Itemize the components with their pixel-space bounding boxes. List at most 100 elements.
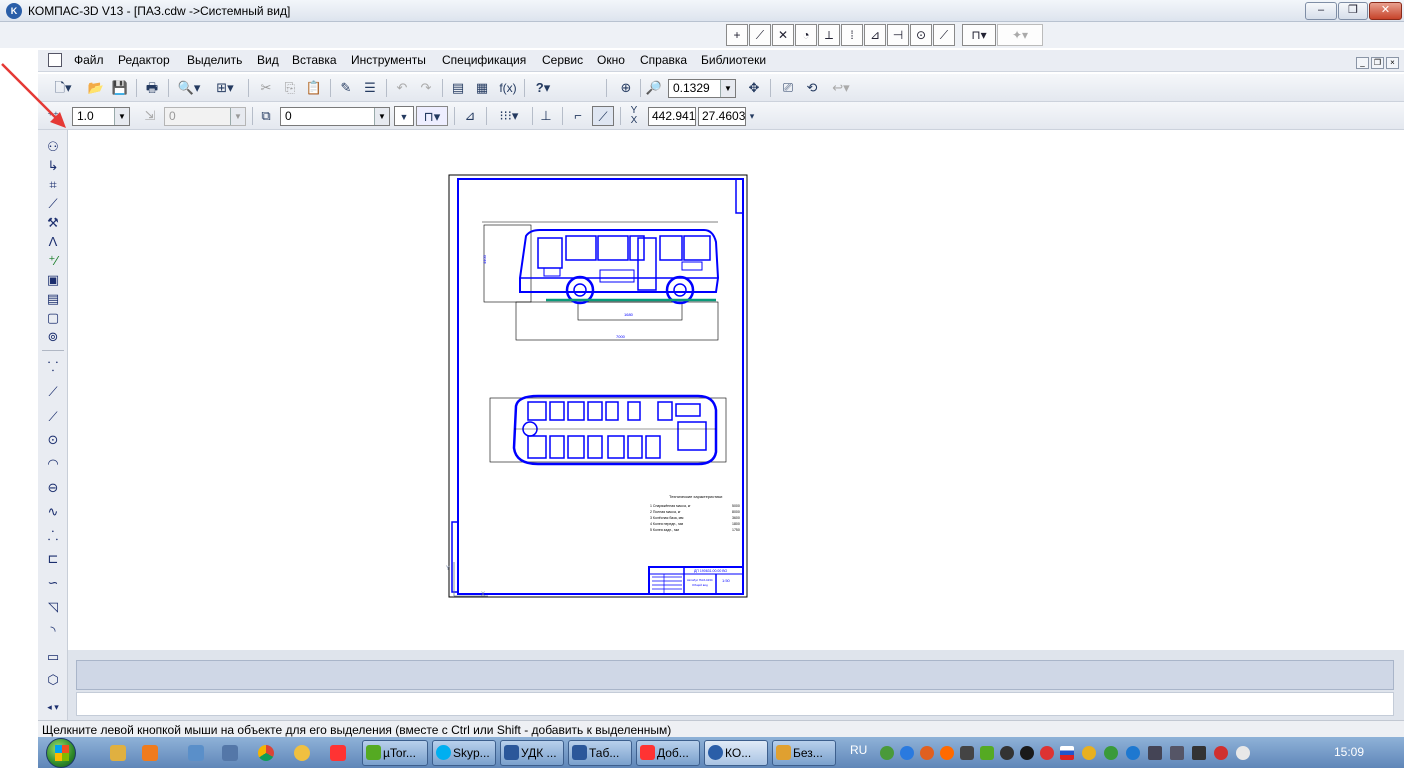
zoom-all-icon[interactable]: ⊕ — [616, 78, 636, 98]
nurbs-icon[interactable]: ⸫ — [43, 527, 63, 545]
tray-printer-icon[interactable] — [1192, 746, 1206, 760]
snap-intersection-icon[interactable]: ✕ — [772, 24, 794, 46]
mail-icon[interactable] — [294, 745, 310, 761]
orthogonal-icon[interactable]: ⊿ — [460, 106, 480, 126]
magnet-snap-icon[interactable]: ⊓▾ — [416, 106, 448, 126]
volume-app-icon[interactable] — [222, 745, 238, 761]
task-utorrent[interactable]: µTor... — [362, 740, 428, 766]
tray-blue-icon[interactable] — [1126, 746, 1140, 760]
menu-libraries[interactable]: Библиотеки — [701, 53, 766, 67]
print-icon[interactable]: 🖶 — [142, 78, 162, 98]
coords-dropdown-icon[interactable]: ▾ — [746, 106, 758, 126]
layer-dropdown-button[interactable]: ▼ — [394, 106, 414, 126]
info-icon[interactable] — [900, 746, 914, 760]
fillet-icon[interactable]: ◝ — [43, 622, 63, 640]
start-button[interactable] — [46, 738, 76, 768]
tray-utorrent-icon[interactable] — [980, 746, 994, 760]
new-document-icon[interactable]: 🗋▾ — [52, 78, 74, 98]
close-button[interactable]: ✕ — [1369, 2, 1402, 20]
editing-panel-icon[interactable]: ⟋ — [43, 195, 63, 213]
select-panel-icon[interactable]: ⁺∕ — [43, 252, 63, 270]
bezier-icon[interactable]: ∽ — [43, 574, 63, 592]
chevron-down-icon[interactable]: ▼ — [114, 108, 129, 125]
specification-panel-icon[interactable]: ▤ — [43, 290, 63, 308]
fx-icon[interactable]: f(x) — [496, 78, 520, 98]
doc-restore-button[interactable]: ❐ — [1371, 57, 1384, 69]
menu-window[interactable]: Окно — [597, 53, 625, 67]
copy-icon[interactable]: ⎘ — [280, 78, 300, 98]
menu-specification[interactable]: Спецификация — [442, 53, 526, 67]
menu-select[interactable]: Выделить — [187, 53, 242, 67]
snap-point-icon[interactable]: + — [726, 24, 748, 46]
auxiliary-line-icon[interactable]: ⟋ — [43, 383, 63, 401]
local-cs-icon[interactable]: ⊥ — [536, 106, 556, 126]
language-indicator[interactable]: RU — [850, 743, 867, 757]
previous-view-icon[interactable]: ↩▾ — [826, 78, 856, 98]
document-icon[interactable] — [48, 53, 62, 67]
point-icon[interactable]: ⸪ — [43, 358, 63, 376]
snap-along-icon[interactable]: ⟋ — [933, 24, 955, 46]
properties-icon[interactable]: ☰ — [360, 78, 380, 98]
clock[interactable]: 15:09 — [1334, 745, 1364, 759]
layer-combo[interactable]: 0 ▼ — [280, 107, 390, 126]
step-combo[interactable]: 0 ▼ — [164, 107, 246, 126]
associative-view-icon[interactable]: ▣ — [43, 271, 63, 289]
tree-icon[interactable]: ▤ — [448, 78, 468, 98]
tray-orange-icon[interactable] — [940, 746, 954, 760]
minimize-button[interactable]: – — [1305, 2, 1337, 20]
dimensions-panel-icon[interactable]: ↳ — [43, 157, 63, 175]
tray-yellow-icon[interactable] — [1082, 746, 1096, 760]
redo-icon[interactable]: ↷ — [416, 78, 436, 98]
menu-insert[interactable]: Вставка — [292, 53, 337, 67]
preview-icon[interactable]: 🔍▾ — [174, 78, 204, 98]
tray-green-icon[interactable] — [1104, 746, 1118, 760]
chevron-down-icon[interactable]: ▼ — [720, 80, 735, 97]
coord-x-field[interactable]: 442.941 — [648, 107, 696, 126]
snap-tangent-icon[interactable]: ◔ — [795, 24, 817, 46]
tray-circle-icon[interactable] — [920, 746, 934, 760]
polygon-icon[interactable]: ⬡ — [43, 671, 63, 689]
properties-bar[interactable] — [76, 660, 1394, 690]
task-skype[interactable]: Skyp... — [432, 740, 496, 766]
arc-icon[interactable]: ◠ — [43, 455, 63, 473]
ellipse-icon[interactable]: ⊖ — [43, 479, 63, 497]
task-kompas[interactable]: КО... — [704, 740, 768, 766]
monitor-icon[interactable] — [1148, 746, 1162, 760]
scale-combo[interactable]: 1.0 ▼ — [72, 107, 130, 126]
save-icon[interactable]: 💾 — [110, 78, 130, 98]
insert-panel-icon[interactable]: ⊚ — [43, 328, 63, 346]
refresh-view-icon[interactable]: ⎚ — [778, 78, 798, 98]
menu-tools[interactable]: Инструменты — [351, 53, 426, 67]
maximize-button[interactable]: ❐ — [1338, 2, 1368, 20]
menu-editor[interactable]: Редактор — [118, 53, 170, 67]
snap-extra-dropdown[interactable]: ✦▾ — [997, 24, 1043, 46]
ortho-mode-icon[interactable]: ⌐ — [568, 106, 588, 126]
undo-icon[interactable]: ↶ — [392, 78, 412, 98]
doc-minimize-button[interactable]: _ — [1356, 57, 1369, 69]
menu-view[interactable]: Вид — [257, 53, 279, 67]
snap-toggle-icon[interactable]: ⟋ — [592, 106, 614, 126]
menu-service[interactable]: Сервис — [542, 53, 583, 67]
circle-icon[interactable]: ⊙ — [43, 431, 63, 449]
measure-panel-icon[interactable]: Ʌ — [43, 233, 63, 251]
snap-end-icon[interactable]: ⟋ — [749, 24, 771, 46]
media-player-icon[interactable] — [142, 745, 158, 761]
drawing-canvas[interactable]: 4400 1680 7000 Технические характеристик… — [68, 130, 1404, 650]
report-panel-icon[interactable]: ▢ — [43, 309, 63, 327]
bluetooth-icon[interactable] — [1000, 746, 1014, 760]
parametrization-panel-icon[interactable]: ⚒ — [43, 214, 63, 232]
spline-icon[interactable]: ∿ — [43, 503, 63, 521]
russia-flag-icon[interactable] — [1060, 746, 1074, 760]
grid-icon[interactable]: ⁝⁝⁝▾ — [492, 106, 526, 126]
manager-icon[interactable]: ⊞▾ — [210, 78, 240, 98]
snap-center-icon[interactable]: ⊙ — [910, 24, 932, 46]
tray-device-icon[interactable] — [1170, 746, 1184, 760]
menu-file[interactable]: Файл — [74, 53, 104, 67]
cut-icon[interactable]: ✂ — [256, 78, 276, 98]
segment-icon[interactable]: ⟋ — [43, 408, 63, 426]
magnet-dropdown-icon[interactable]: ⊓▾ — [962, 24, 996, 46]
zoom-icon[interactable]: 🔎 — [644, 78, 664, 98]
rebuild-icon[interactable]: ⟲ — [802, 78, 822, 98]
network-warning-icon[interactable] — [1214, 746, 1228, 760]
open-icon[interactable]: 📂 — [86, 78, 106, 98]
